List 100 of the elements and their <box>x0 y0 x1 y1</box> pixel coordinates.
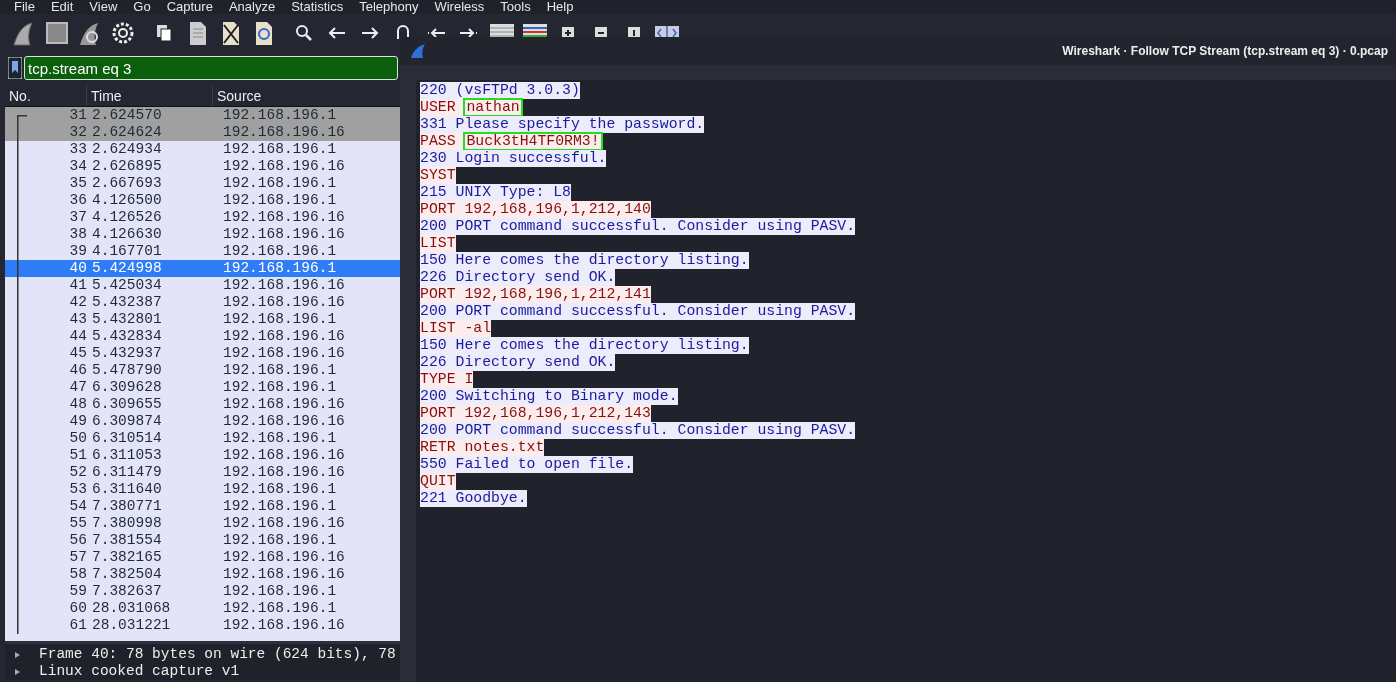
packet-number: 41 <box>68 277 87 294</box>
packet-source: 192.168.196.16 <box>222 566 345 583</box>
packet-time: 2.624934 <box>91 141 163 158</box>
packet-time: 4.126526 <box>91 209 163 226</box>
packet-time: 7.381554 <box>91 532 163 549</box>
packet-time: 2.667693 <box>91 175 163 192</box>
menu-item[interactable]: Wireless <box>434 0 492 14</box>
packet-number: 60 <box>68 600 87 617</box>
menu-item[interactable]: View <box>89 0 125 14</box>
packet-row[interactable]: 31 2.624570 192.168.196.1 <box>5 107 403 124</box>
packet-number: 49 <box>68 413 87 430</box>
packet-number: 39 <box>68 243 87 260</box>
menu-item[interactable]: Edit <box>50 0 81 14</box>
display-filter-field[interactable]: tcp.stream eq 3 <box>24 56 398 80</box>
packet-number: 32 <box>68 124 87 141</box>
packet-source: 192.168.196.16 <box>222 617 345 634</box>
packet-number: 43 <box>68 311 87 328</box>
menu-item[interactable]: Tools <box>500 0 538 14</box>
menu-item[interactable]: Capture <box>166 0 220 14</box>
packet-source: 192.168.196.1 <box>222 311 337 328</box>
server-stream-text: 226 Directory send OK. <box>420 354 616 371</box>
packet-source: 192.168.196.16 <box>222 124 345 141</box>
packet-time: 4.126500 <box>91 192 163 209</box>
server-stream-text: 200 Switching to Binary mode. <box>420 388 678 405</box>
packet-source: 192.168.196.16 <box>222 549 345 566</box>
menu-item[interactable]: File <box>14 0 42 14</box>
column-header[interactable]: No. <box>5 85 87 106</box>
packet-time: 5.478790 <box>91 362 163 379</box>
packet-time: 5.425034 <box>91 277 163 294</box>
menu-item[interactable]: Go <box>133 0 158 14</box>
menu-item[interactable]: Analyze <box>228 0 283 14</box>
packet-number: 54 <box>68 498 87 515</box>
client-stream-text: LIST -al <box>420 320 492 337</box>
server-stream-text: 200 PORT command successful. Consider using PASV. <box>420 422 856 439</box>
packet-source: 192.168.196.16 <box>222 294 345 311</box>
packet-source: 192.168.196.16 <box>222 226 345 243</box>
packet-row[interactable]: 32 2.624624 192.168.196.16 <box>5 124 403 141</box>
menu-item[interactable]: Help <box>546 0 581 14</box>
packet-source: 192.168.196.16 <box>222 464 345 481</box>
server-stream-text: 550 Failed to open file. <box>420 456 634 473</box>
expand-arrow-icon[interactable] <box>15 668 20 675</box>
detail-tree-item[interactable]: Frame 40: 78 bytes on wire (624 bits), 78 <box>39 646 396 663</box>
menu-item[interactable]: Telephony <box>359 0 426 14</box>
packet-source: 192.168.196.1 <box>222 243 337 260</box>
server-stream-text: 226 Directory send OK. <box>420 269 616 286</box>
client-stream-text: RETR notes.txt <box>420 439 545 456</box>
packet-time: 7.382165 <box>91 549 163 566</box>
expand-arrow-icon[interactable] <box>15 651 20 658</box>
packet-time: 4.167701 <box>91 243 163 260</box>
packet-time: 6.310514 <box>91 430 163 447</box>
packet-number: 44 <box>68 328 87 345</box>
server-stream-text: 215 UNIX Type: L8 <box>420 184 571 201</box>
packet-number: 52 <box>68 464 87 481</box>
server-stream-text: 230 Login successful. <box>420 150 607 167</box>
client-stream-text: PORT 192,168,196,1,212,141 <box>420 286 651 303</box>
packet-number: 53 <box>68 481 87 498</box>
packet-source: 192.168.196.1 <box>222 430 337 447</box>
packet-source: 192.168.196.1 <box>222 362 337 379</box>
detail-tree-item[interactable]: Linux cooked capture v1 <box>39 663 240 680</box>
shark-fin-icon <box>410 43 426 59</box>
packet-source: 192.168.196.1 <box>222 260 337 277</box>
packet-source: 192.168.196.1 <box>222 600 337 617</box>
packet-time: 5.432834 <box>91 328 163 345</box>
packet-time: 6.309874 <box>91 413 163 430</box>
packet-source: 192.168.196.16 <box>222 158 345 175</box>
packet-number: 33 <box>68 141 87 158</box>
packet-number: 34 <box>68 158 87 175</box>
menu-item[interactable]: Statistics <box>291 0 351 14</box>
packet-time: 28.031221 <box>91 617 172 634</box>
packet-time: 5.432387 <box>91 294 163 311</box>
packet-source: 192.168.196.1 <box>222 481 337 498</box>
packet-source: 192.168.196.1 <box>222 583 337 600</box>
client-stream-text: PASS <box>420 133 465 150</box>
packet-number: 58 <box>68 566 87 583</box>
packet-number: 35 <box>68 175 87 192</box>
packet-source: 192.168.196.1 <box>222 192 337 209</box>
client-stream-text: TYPE I <box>420 371 474 388</box>
packet-time: 5.432801 <box>91 311 163 328</box>
client-stream-text: QUIT <box>420 473 456 490</box>
packet-number: 55 <box>68 515 87 532</box>
packet-number: 37 <box>68 209 87 226</box>
packet-row[interactable]: 40 5.424998 192.168.196.1 <box>5 260 403 277</box>
packet-time: 6.309628 <box>91 379 163 396</box>
server-stream-text: 200 PORT command successful. Consider using PASV. <box>420 218 856 235</box>
packet-source: 192.168.196.1 <box>222 107 337 124</box>
packet-number: 42 <box>68 294 87 311</box>
window-title: Wireshark · Follow TCP Stream (tcp.stream eq 3) · 0.pcap <box>1062 44 1388 58</box>
packet-time: 7.380771 <box>91 498 163 515</box>
bookmark-icon[interactable] <box>8 57 22 79</box>
client-stream-text: PORT 192,168,196,1,212,140 <box>420 201 651 218</box>
stop-capture-icon[interactable] <box>43 19 71 47</box>
packet-number: 50 <box>68 430 87 447</box>
column-header[interactable]: Time <box>87 85 213 106</box>
packet-number: 38 <box>68 226 87 243</box>
packet-number: 40 <box>68 260 87 277</box>
client-stream-text: PORT 192,168,196,1,212,143 <box>420 405 651 422</box>
packet-number: 47 <box>68 379 87 396</box>
packet-source: 192.168.196.16 <box>222 209 345 226</box>
packet-source: 192.168.196.1 <box>222 141 337 158</box>
server-stream-text: 200 PORT command successful. Consider using PASV. <box>420 303 856 320</box>
